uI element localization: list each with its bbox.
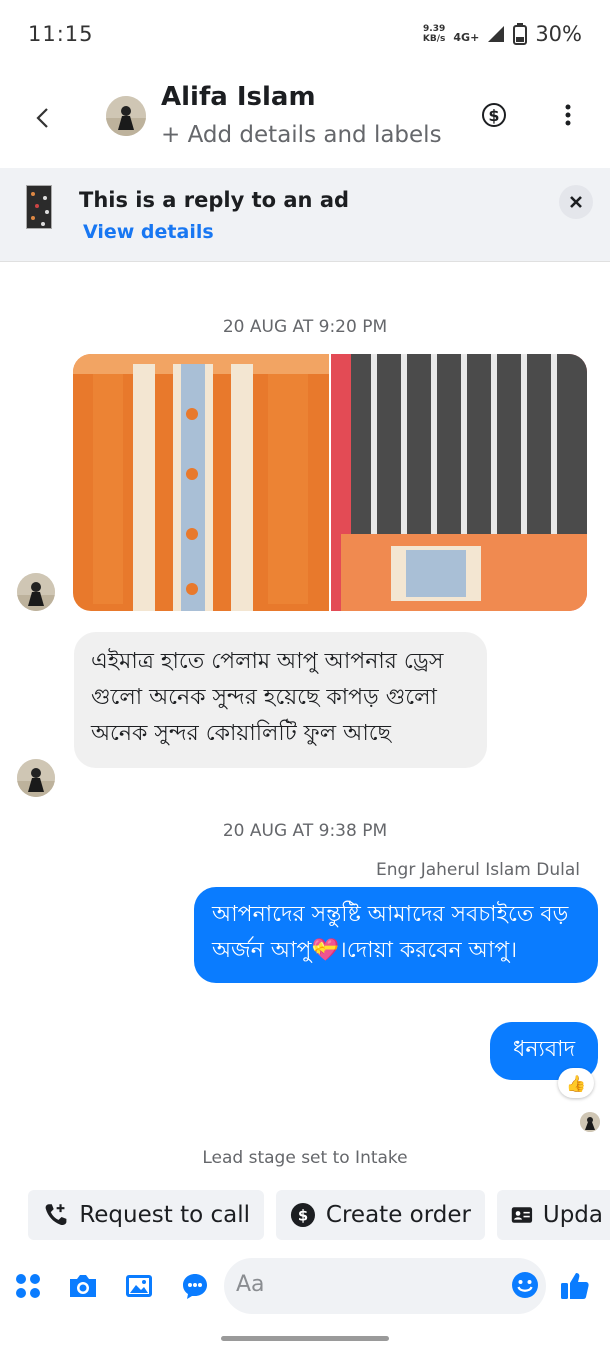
- network-speed: 9.39 KB/s: [422, 24, 446, 44]
- image-icon: [126, 1275, 152, 1297]
- seen-avatar: [580, 1112, 600, 1132]
- status-bar: 11:15 9.39 KB/s 4G+ 30%: [0, 0, 610, 70]
- create-order-button[interactable]: $ Create order: [276, 1190, 485, 1240]
- photo-orange-dress[interactable]: [73, 354, 329, 611]
- close-banner-button[interactable]: [559, 185, 593, 219]
- like-button[interactable]: [559, 1270, 591, 1302]
- menu-grid-button[interactable]: [12, 1270, 44, 1302]
- sender-avatar[interactable]: [17, 759, 55, 797]
- photo-printed-fabrics[interactable]: [331, 354, 587, 611]
- message-input[interactable]: Aa: [224, 1258, 546, 1314]
- battery-icon: [513, 23, 528, 45]
- phone-plus-icon: [45, 1204, 67, 1226]
- message-timestamp: 20 AUG AT 9:20 PM: [222, 317, 388, 337]
- sender-name-label: Engr Jaherul Islam Dulal: [376, 860, 580, 880]
- more-options-button[interactable]: [553, 100, 583, 130]
- battery-level: 30%: [535, 22, 582, 46]
- photo-message[interactable]: [73, 354, 587, 611]
- add-details-link[interactable]: + Add details and labels: [161, 122, 442, 148]
- dollar-circle-icon: $: [482, 103, 506, 127]
- close-icon: [570, 196, 582, 208]
- svg-text:$: $: [488, 106, 499, 125]
- payment-button[interactable]: $: [479, 100, 509, 130]
- ad-thumbnail[interactable]: [26, 185, 52, 229]
- update-label: Upda: [542, 1202, 603, 1228]
- status-time: 11:15: [28, 22, 94, 46]
- dollar-circle-icon: $: [290, 1202, 315, 1228]
- message-timestamp: 20 AUG AT 9:38 PM: [222, 821, 388, 841]
- update-lead-button[interactable]: Upda: [497, 1190, 610, 1240]
- request-to-call-button[interactable]: Request to call: [28, 1190, 264, 1240]
- contact-name[interactable]: Alifa Islam: [161, 82, 316, 112]
- view-details-link[interactable]: View details: [83, 221, 214, 243]
- network-type: 4G+: [453, 30, 480, 44]
- thumbs-up-reaction[interactable]: 👍: [558, 1068, 594, 1098]
- outgoing-message-bubble[interactable]: আপনাদের সন্তুষ্টি আমাদের সবচাইতে বড় অর্…: [194, 887, 598, 983]
- chat-bubble-button[interactable]: [179, 1270, 211, 1302]
- ad-banner-title: This is a reply to an ad: [79, 188, 350, 212]
- create-order-label: Create order: [325, 1202, 471, 1228]
- message-composer: Aa: [0, 1256, 610, 1316]
- incoming-message-bubble[interactable]: এইমাত্র হাতে পেলাম আপু আপনার ড্রেস গুলো …: [74, 632, 487, 768]
- chevron-left-icon: [36, 108, 48, 128]
- grid-dots-icon: [16, 1274, 40, 1298]
- sender-avatar[interactable]: [17, 573, 55, 611]
- message-placeholder: Aa: [236, 1272, 265, 1297]
- more-vertical-icon: [565, 104, 571, 126]
- emoji-button[interactable]: [510, 1270, 540, 1300]
- camera-button[interactable]: [67, 1270, 99, 1302]
- request-to-call-label: Request to call: [79, 1202, 250, 1228]
- back-button[interactable]: [22, 98, 62, 138]
- id-card-icon: [511, 1207, 533, 1223]
- conversation-header: Alifa Islam + Add details and labels $: [0, 70, 610, 168]
- chat-bubble-icon: [183, 1274, 207, 1299]
- quick-actions-bar: Request to call $ Create order Upda: [28, 1190, 610, 1240]
- gallery-button[interactable]: [123, 1270, 155, 1302]
- status-indicators: 9.39 KB/s 4G+ 30%: [423, 22, 582, 46]
- home-indicator[interactable]: [221, 1336, 389, 1341]
- lead-stage-notice: Lead stage set to Intake: [202, 1148, 408, 1168]
- signal-icon: [488, 26, 505, 42]
- svg-text:$: $: [298, 1208, 308, 1225]
- thumbs-up-icon: [561, 1273, 589, 1299]
- ad-reply-banner: This is a reply to an ad View details: [0, 168, 610, 262]
- avatar-photo: [106, 96, 146, 136]
- emoji-icon: [512, 1272, 538, 1298]
- contact-avatar[interactable]: [106, 96, 146, 136]
- camera-icon: [70, 1275, 96, 1297]
